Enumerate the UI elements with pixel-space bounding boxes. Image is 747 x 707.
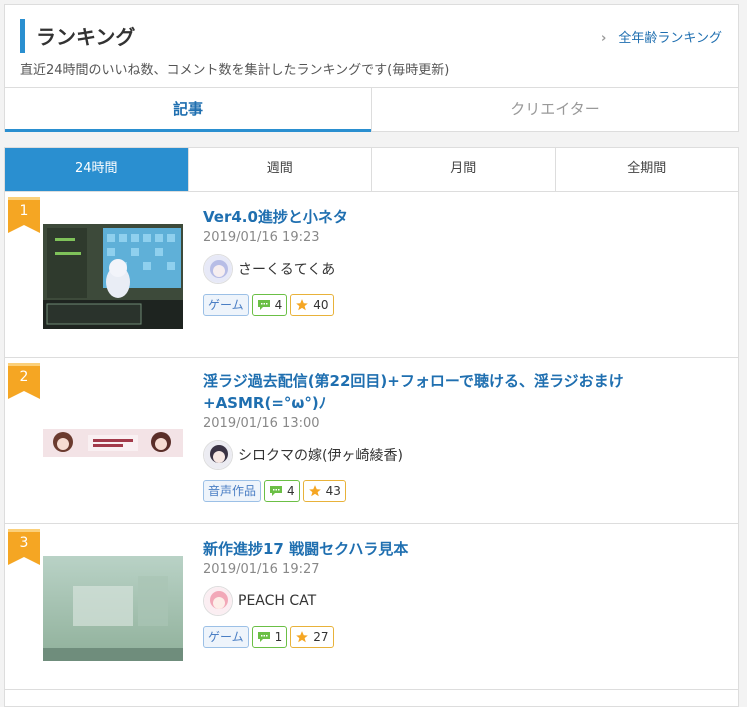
article-badges: 音声作品 4 43: [203, 480, 728, 502]
rank-number: 2: [19, 369, 29, 385]
ranking-item[interactable]: 2 淫ラジ過去配信(第22回目)+フォローで聴ける、淫ラジおまけ+ASMR(=°…: [5, 358, 738, 524]
comment-count-badge: 4: [264, 480, 300, 502]
main-tabs: 記事 クリエイター: [5, 87, 738, 132]
like-count-badge: 43: [302, 480, 346, 502]
rank-number: 1: [19, 203, 29, 219]
category-badge[interactable]: ゲーム: [203, 626, 249, 648]
like-count-badge: 40: [290, 294, 334, 316]
article-info: 新作進捗17 戦闘セクハラ見本 2019/01/16 19:27 PEACH C…: [203, 538, 728, 648]
article-date: 2019/01/16 19:23: [203, 230, 320, 245]
ranking-item[interactable]: 3 新作進捗17 戦闘セクハラ見本 2019/01/16 19:27 PEACH…: [5, 524, 738, 690]
like-count: 43: [325, 484, 341, 498]
ranking-item[interactable]: 1 Ver4.0進捗と小ネタ 2019/01/16 19:23 さーくるてくあ …: [5, 192, 738, 358]
comment-icon: [257, 300, 270, 310]
like-count: 40: [313, 298, 329, 312]
avatar: [203, 254, 233, 284]
category-badge[interactable]: 音声作品: [203, 480, 262, 502]
comment-count: 4: [274, 298, 283, 312]
comment-count: 4: [287, 484, 295, 498]
page-title: ランキング: [36, 25, 136, 49]
tab-24h[interactable]: 24時間: [5, 148, 188, 191]
article-info: 淫ラジ過去配信(第22回目)+フォローで聴ける、淫ラジおまけ+ASMR(=°ω°…: [203, 370, 728, 502]
article-date: 2019/01/16 19:27: [203, 562, 320, 577]
category-badge[interactable]: ゲーム: [203, 294, 249, 316]
rank-ribbon: 1: [8, 197, 40, 233]
article-badges: ゲーム 4 40: [203, 294, 728, 316]
rank-ribbon: 3: [8, 529, 40, 565]
article-title[interactable]: 淫ラジ過去配信(第22回目)+フォローで聴ける、淫ラジおまけ+ASMR(=°ω°…: [203, 370, 728, 414]
avatar: [203, 586, 233, 616]
comment-count-badge: 1: [251, 626, 288, 648]
comment-icon: [270, 486, 283, 496]
article-date: 2019/01/16 13:00: [203, 416, 320, 431]
author-name: PEACH CAT: [238, 593, 317, 609]
comment-icon: [257, 632, 270, 642]
author[interactable]: PEACH CAT: [203, 585, 728, 617]
author[interactable]: さーくるてくあ: [203, 253, 728, 285]
author-name: シロクマの嫁(伊ヶ崎綾香): [238, 448, 403, 464]
like-count: 27: [313, 630, 329, 644]
article-thumbnail[interactable]: [43, 556, 183, 665]
article-thumbnail[interactable]: [43, 429, 183, 461]
comment-count: 1: [274, 630, 283, 644]
author-name: さーくるてくあ: [238, 262, 336, 278]
star-icon: [308, 485, 321, 497]
star-icon: [296, 299, 309, 311]
rank-number: 3: [19, 535, 29, 551]
rank-ribbon: 2: [8, 363, 40, 399]
tab-creators[interactable]: クリエイター: [371, 88, 738, 132]
comment-count-badge: 4: [251, 294, 288, 316]
like-count-badge: 27: [290, 626, 334, 648]
tab-articles[interactable]: 記事: [5, 88, 371, 132]
chevron-right-icon: ›: [601, 31, 607, 46]
ranking-list: 24時間 週間 月間 全期間 1 Ver4.0進捗と小ネタ 2019/01/16…: [4, 147, 739, 707]
title-accent-bar: [20, 19, 25, 53]
article-thumbnail[interactable]: [43, 224, 183, 333]
article-title[interactable]: Ver4.0進捗と小ネタ: [203, 206, 728, 228]
author[interactable]: シロクマの嫁(伊ヶ崎綾香): [203, 439, 728, 471]
tab-all-time[interactable]: 全期間: [554, 148, 739, 191]
period-tabs: 24時間 週間 月間 全期間: [5, 148, 738, 192]
tab-monthly[interactable]: 月間: [371, 148, 555, 191]
article-info: Ver4.0進捗と小ネタ 2019/01/16 19:23 さーくるてくあ ゲー…: [203, 206, 728, 316]
star-icon: [296, 631, 309, 643]
all-age-ranking-link[interactable]: › 全年齢ランキング: [601, 27, 722, 46]
ranking-header: ランキング 直近24時間のいいね数、コメント数を集計したランキングです(毎時更新…: [4, 4, 739, 132]
avatar: [203, 440, 233, 470]
ranking-description: 直近24時間のいいね数、コメント数を集計したランキングです(毎時更新): [20, 63, 450, 78]
article-badges: ゲーム 1 27: [203, 626, 728, 648]
all-age-ranking-label: 全年齢ランキング: [618, 31, 722, 46]
tab-weekly[interactable]: 週間: [187, 148, 372, 191]
article-title[interactable]: 新作進捗17 戦闘セクハラ見本: [203, 538, 728, 560]
